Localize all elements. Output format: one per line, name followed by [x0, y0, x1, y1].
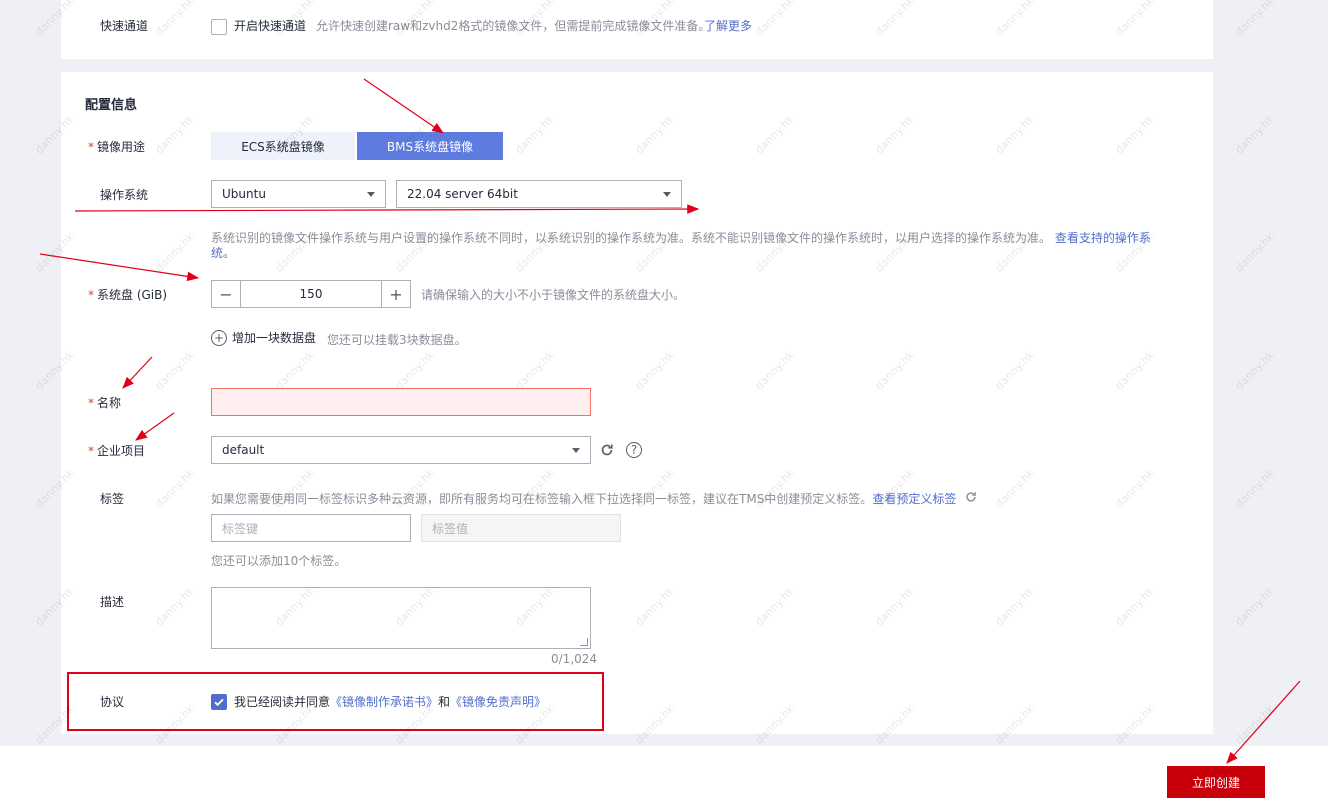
- arrow-system-disk: [39, 253, 200, 282]
- arrow-name: [122, 356, 153, 389]
- arrow-os: [74, 204, 700, 214]
- arrow-usage: [363, 78, 444, 134]
- annotation-arrows: [39, 78, 1301, 764]
- arrow-enterprise: [135, 412, 175, 441]
- arrow-create: [1226, 680, 1301, 764]
